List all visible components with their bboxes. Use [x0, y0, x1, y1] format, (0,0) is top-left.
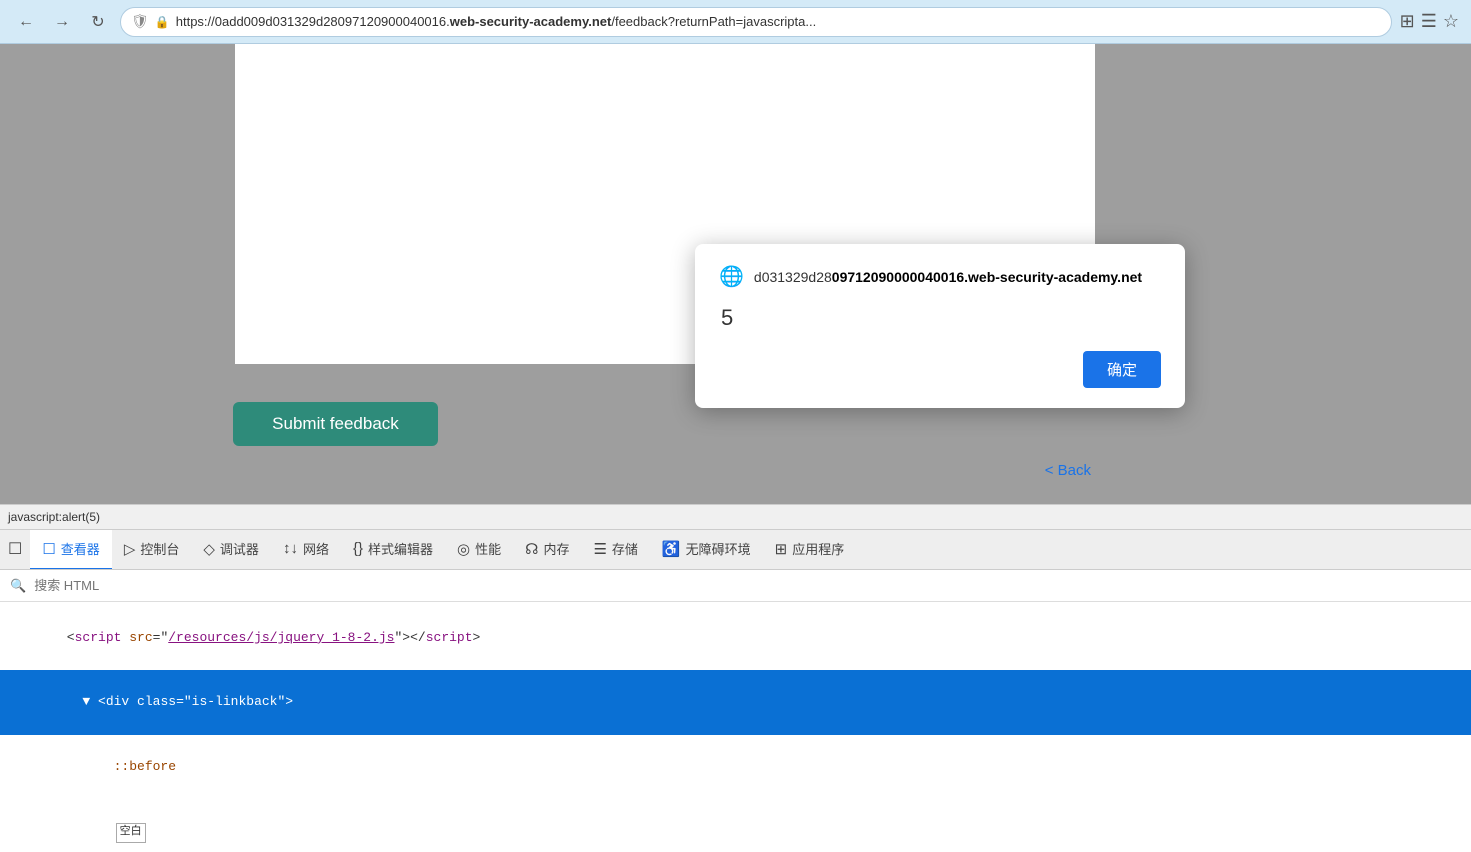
url-text: https://0add009d031329d28097120900040016… — [176, 14, 1381, 29]
submit-feedback-button[interactable]: Submit feedback — [233, 402, 438, 446]
devtools-tab-memory[interactable]: ☊ 内存 — [513, 530, 581, 570]
debugger-icon: ◇ — [203, 540, 215, 558]
network-icon: ↕↓ — [283, 540, 298, 557]
devtools-panel: ☐ ☐ 查看器 ▷ 控制台 ◇ 调试器 ↕↓ 网络 {} 样式编辑器 ◎ 性能 … — [0, 530, 1471, 852]
code-line-whitespace: 空白 — [0, 799, 1471, 852]
search-icon: 🔍 — [10, 578, 26, 594]
devtools-tab-debugger[interactable]: ◇ 调试器 — [191, 530, 271, 570]
history-icon[interactable]: ☰ — [1421, 11, 1437, 32]
code-line-before: ::before — [0, 735, 1471, 799]
performance-icon: ◎ — [457, 540, 470, 558]
extensions-icon[interactable]: ⊞ — [1400, 11, 1415, 32]
code-line-script: <script src="/resources/js/jquery_1-8-2.… — [0, 606, 1471, 670]
style-editor-label: 样式编辑器 — [368, 539, 433, 558]
inspector-label: 查看器 — [61, 539, 100, 558]
lock-icon: 🔒 — [155, 15, 170, 29]
back-link[interactable]: < Back — [1045, 462, 1091, 479]
globe-icon: 🌐 — [719, 264, 744, 289]
storage-label: 存储 — [612, 539, 638, 558]
status-text: javascript:alert(5) — [8, 510, 100, 524]
inspector-box-icon: ☐ — [8, 539, 22, 559]
status-bar: javascript:alert(5) — [0, 504, 1471, 530]
inspector-icon: ☐ — [42, 540, 55, 558]
star-icon[interactable]: ☆ — [1443, 11, 1459, 32]
search-input[interactable] — [34, 578, 234, 593]
main-content: Submit feedback < Back 🌐 d031329d2809712… — [0, 44, 1471, 504]
console-label: 控制台 — [140, 539, 179, 558]
devtools-search-bar: 🔍 — [0, 570, 1471, 602]
alert-header: 🌐 d031329d2809712090000040016.web-securi… — [719, 264, 1161, 289]
url-domain: web-security-academy.net — [450, 14, 612, 29]
debugger-label: 调试器 — [220, 539, 259, 558]
alert-ok-button[interactable]: 确定 — [1083, 351, 1161, 388]
browser-bar: ← → ↻ 🛡 🔒 https://0add009d031329d2809712… — [0, 0, 1471, 44]
devtools-tab-inspector-icon[interactable]: ☐ — [0, 530, 30, 570]
forward-button[interactable]: → — [48, 8, 76, 36]
back-button[interactable]: ← — [12, 8, 40, 36]
alert-footer: 确定 — [719, 351, 1161, 388]
alert-message: 5 — [719, 305, 1161, 331]
shield-icon: 🛡 — [131, 13, 149, 30]
devtools-tab-performance[interactable]: ◎ 性能 — [445, 530, 513, 570]
memory-label: 内存 — [543, 539, 569, 558]
application-label: 应用程序 — [792, 539, 844, 558]
performance-label: 性能 — [475, 539, 501, 558]
accessibility-label: 无障碍环境 — [686, 539, 751, 558]
devtools-tab-style-editor[interactable]: {} 样式编辑器 — [341, 530, 445, 570]
console-icon: ▷ — [124, 540, 136, 558]
alert-domain: d031329d2809712090000040016.web-security… — [754, 269, 1142, 285]
browser-actions: ⊞ ☰ ☆ — [1400, 11, 1459, 32]
address-bar[interactable]: 🛡 🔒 https://0add009d031329d2809712090004… — [120, 7, 1392, 37]
network-label: 网络 — [303, 539, 329, 558]
accessibility-icon: ♿ — [662, 540, 681, 558]
style-editor-icon: {} — [353, 540, 363, 557]
devtools-tab-accessibility[interactable]: ♿ 无障碍环境 — [650, 530, 763, 570]
devtools-code-panel: <script src="/resources/js/jquery_1-8-2.… — [0, 602, 1471, 852]
application-icon: ⊞ — [775, 540, 788, 558]
devtools-tab-storage[interactable]: ☰ 存储 — [581, 530, 649, 570]
refresh-button[interactable]: ↻ — [84, 8, 112, 36]
storage-icon: ☰ — [593, 540, 606, 558]
memory-icon: ☊ — [525, 540, 538, 558]
alert-dialog: 🌐 d031329d2809712090000040016.web-securi… — [695, 244, 1185, 408]
devtools-tab-network[interactable]: ↕↓ 网络 — [271, 530, 341, 570]
devtools-tab-application[interactable]: ⊞ 应用程序 — [763, 530, 857, 570]
devtools-tabs: ☐ ☐ 查看器 ▷ 控制台 ◇ 调试器 ↕↓ 网络 {} 样式编辑器 ◎ 性能 … — [0, 530, 1471, 570]
devtools-tab-inspector[interactable]: ☐ 查看器 — [30, 530, 111, 570]
devtools-tab-console[interactable]: ▷ 控制台 — [112, 530, 192, 570]
code-line-div[interactable]: ▼ <div class="is-linkback"> — [0, 670, 1471, 734]
alert-domain-bold: 09712090000040016.web-security-academy.n… — [832, 269, 1142, 285]
